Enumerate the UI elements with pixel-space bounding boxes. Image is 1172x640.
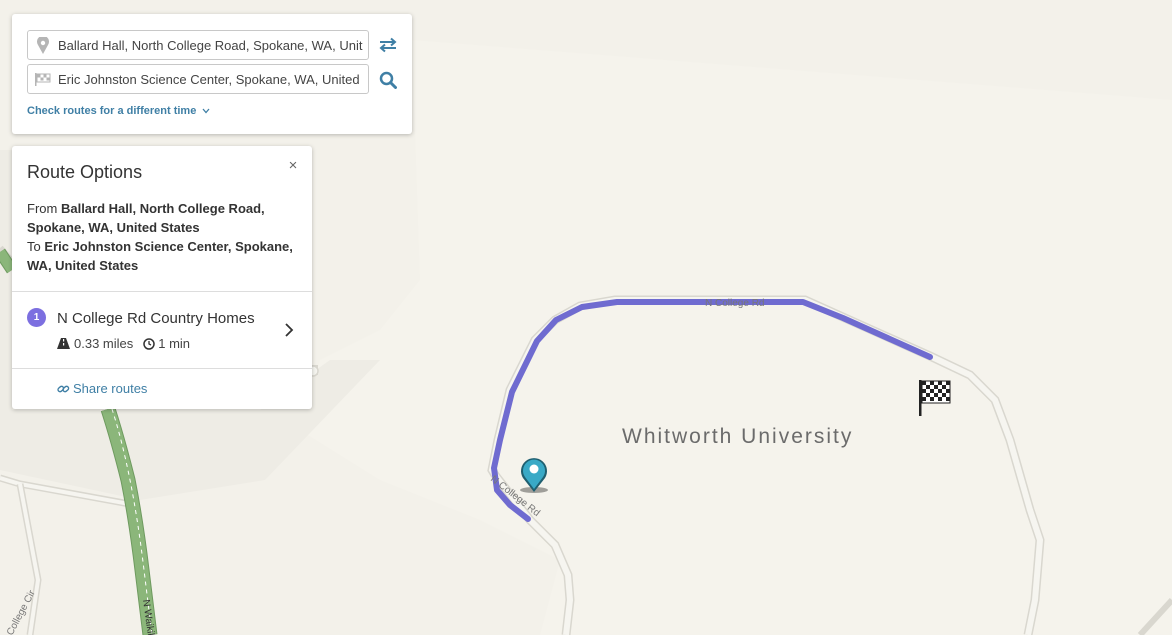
clock-icon xyxy=(143,337,155,350)
chevron-down-icon xyxy=(202,108,210,114)
share-routes-link[interactable]: Share routes xyxy=(57,381,147,396)
search-icon xyxy=(379,71,397,89)
route-name: N College Rd Country Homes xyxy=(57,310,255,327)
origin-field[interactable] xyxy=(27,30,369,60)
search-button[interactable] xyxy=(376,68,400,92)
from-prefix: From xyxy=(27,201,58,216)
route-options-title: Route Options xyxy=(27,162,143,182)
route-description: From Ballard Hall, North College Road, S… xyxy=(27,199,305,275)
flag-icon xyxy=(28,72,58,86)
chevron-right-icon xyxy=(284,322,294,343)
from-place: Ballard Hall, North College Road, Spokan… xyxy=(27,201,265,235)
route-meta: 0.33 miles 1 min xyxy=(57,336,190,351)
different-time-link[interactable]: Check routes for a different time xyxy=(27,105,210,117)
share-routes-label: Share routes xyxy=(73,381,148,396)
to-prefix: To xyxy=(27,239,41,254)
road-label-college-top: N College Rd xyxy=(705,298,764,309)
origin-input[interactable] xyxy=(58,37,363,53)
different-time-label: Check routes for a different time xyxy=(27,105,197,117)
destination-field[interactable] xyxy=(27,64,369,94)
directions-search-panel: Check routes for a different time xyxy=(12,14,412,134)
swap-arrows-icon xyxy=(379,37,397,53)
route-option-1[interactable]: 1 N College Rd Country Homes 0.33 miles … xyxy=(12,292,312,368)
road-icon xyxy=(57,338,70,349)
route-distance: 0.33 miles xyxy=(74,336,134,351)
place-label-whitworth: Whitworth University xyxy=(622,425,854,448)
map-pin-icon xyxy=(28,36,58,54)
destination-input[interactable] xyxy=(58,71,363,87)
close-button[interactable]: × xyxy=(286,158,300,174)
route-duration: 1 min xyxy=(158,336,191,351)
swap-arrows-button[interactable] xyxy=(376,33,400,57)
divider xyxy=(12,368,312,369)
route-options-panel: Route Options × From Ballard Hall, North… xyxy=(12,146,312,409)
link-icon xyxy=(57,385,70,392)
route-number-badge: 1 xyxy=(27,308,46,327)
to-place: Eric Johnston Science Center, Spokane, W… xyxy=(27,239,293,273)
